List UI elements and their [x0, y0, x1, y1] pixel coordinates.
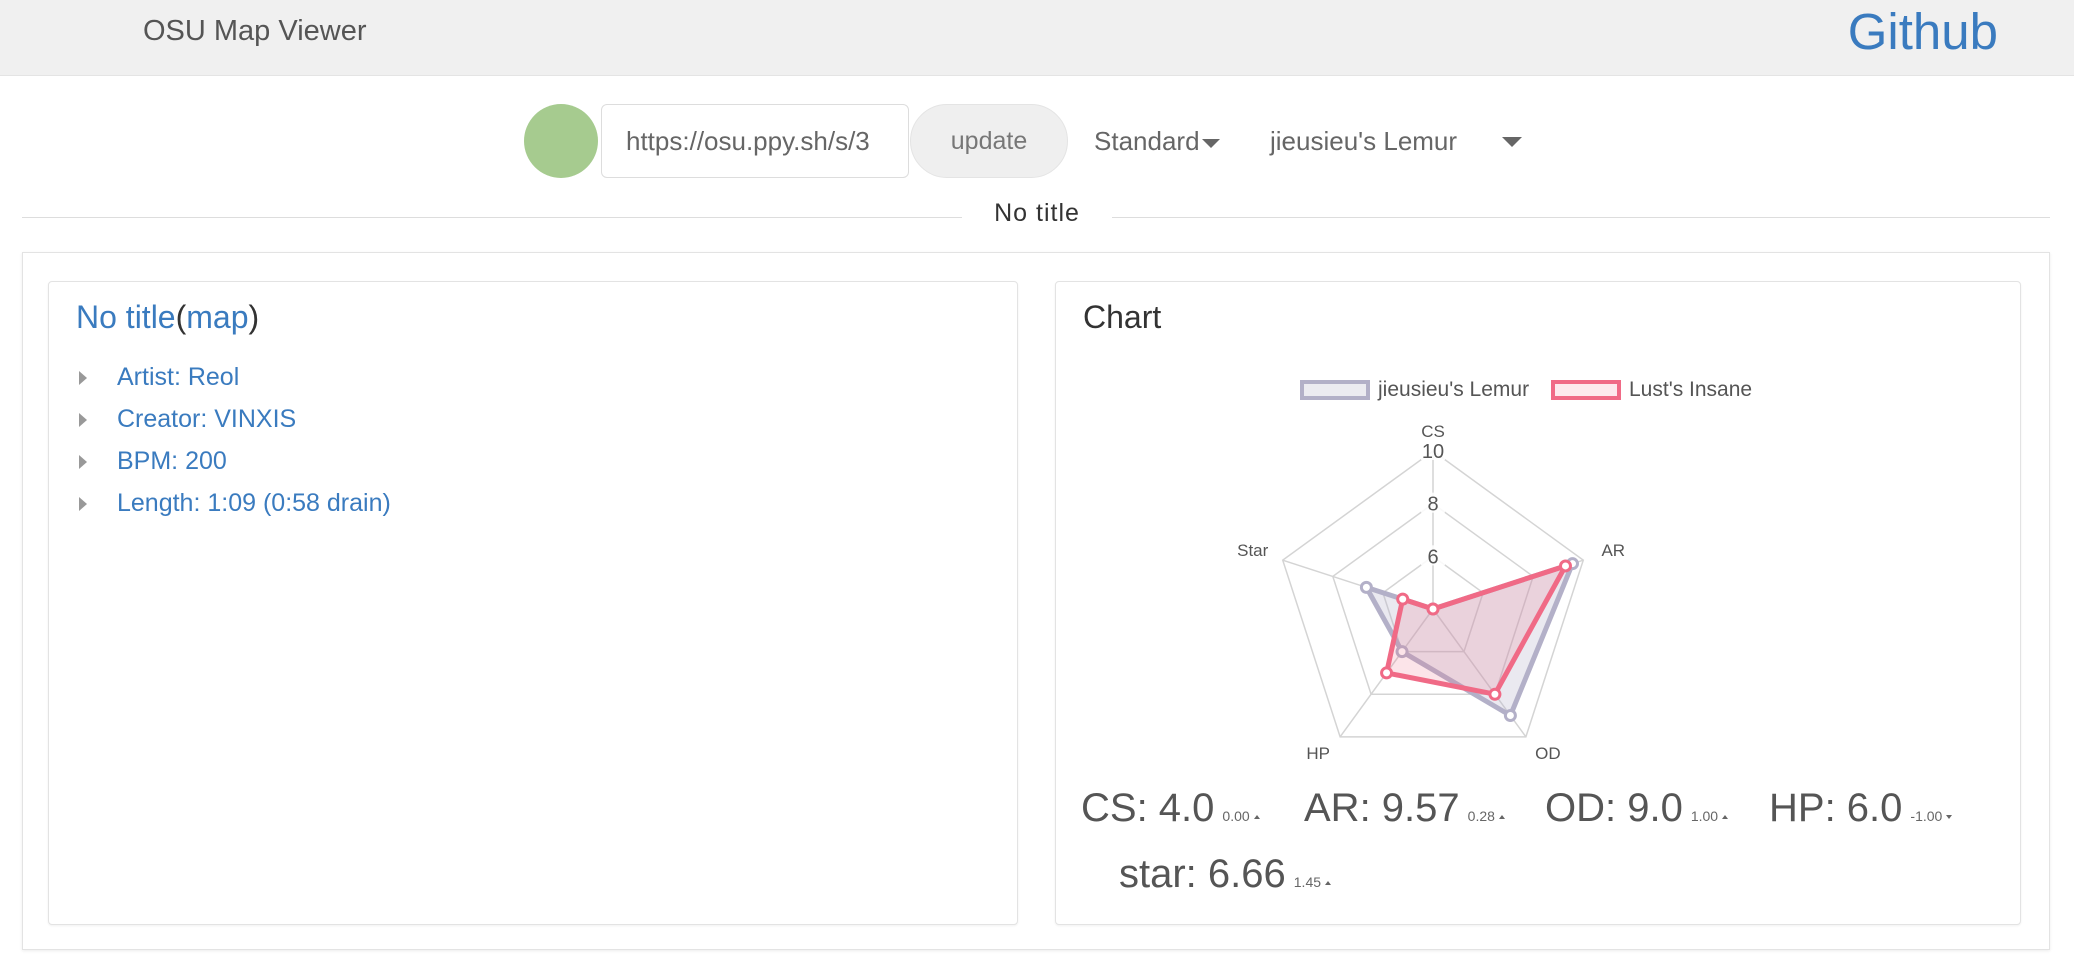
stat-value: AR: 9.57	[1304, 786, 1460, 830]
chevron-down-icon[interactable]	[1502, 137, 1522, 147]
stat-delta: 0.28	[1467, 808, 1495, 824]
radar-axis-label: CS	[1421, 422, 1445, 441]
expand-arrow-icon[interactable]	[79, 413, 87, 428]
chart-card-title: Chart	[1083, 299, 1162, 335]
arrow-up-icon	[1498, 814, 1505, 819]
stat-value: star: 6.66	[1119, 852, 1286, 896]
stat-od: OD: 9.0 1.00	[1545, 786, 1729, 831]
avatar	[524, 104, 598, 178]
map-info-list: Artist: Reol Creator: VINXIS BPM: 200 Le…	[79, 356, 391, 524]
info-item-artist[interactable]: Artist: Reol	[79, 356, 391, 398]
chevron-down-icon	[1201, 138, 1220, 148]
legend-item-series-1[interactable]: Lust's Insane	[1551, 378, 1752, 402]
legend-swatch	[1551, 380, 1621, 401]
radar-axis-label: OD	[1535, 744, 1561, 763]
stat-delta: -1.00	[1910, 808, 1943, 824]
difficulty-select[interactable]: jieusieu's Lemur	[1270, 104, 1457, 178]
radar-axis-label: Star	[1237, 541, 1269, 560]
radar-point	[1359, 580, 1373, 594]
page-title: No title	[994, 199, 1080, 227]
radar-axis-label: AR	[1601, 541, 1625, 560]
info-item-label: BPM: 200	[117, 447, 227, 475]
expand-arrow-icon[interactable]	[79, 371, 87, 386]
arrow-up-icon	[1253, 814, 1260, 819]
info-item-label: Artist: Reol	[117, 363, 240, 391]
radar-tick-label: 10	[1422, 441, 1444, 463]
legend-item-series-0[interactable]: jieusieu's Lemur	[1300, 378, 1529, 402]
info-item-length[interactable]: Length: 1:09 (0:58 drain)	[79, 482, 391, 524]
radar-axis-label: HP	[1306, 744, 1330, 763]
map-title[interactable]: No title	[76, 299, 176, 335]
stat-value: OD: 9.0	[1545, 786, 1683, 830]
difficulty-select-label: jieusieu's Lemur	[1270, 126, 1458, 156]
info-item-bpm[interactable]: BPM: 200	[79, 440, 391, 482]
radar-tick-label: 6	[1427, 546, 1438, 568]
stat-hp: HP: 6.0 -1.00	[1769, 786, 1953, 831]
toolbar: update Standard jieusieu's Lemur	[0, 104, 2074, 178]
radar-point	[1396, 592, 1410, 606]
brand-title[interactable]: OSU Map Viewer	[143, 15, 367, 48]
stat-delta: 1.00	[1690, 808, 1719, 824]
arrow-down-icon	[1946, 814, 1953, 819]
stat-value: CS: 4.0	[1081, 786, 1215, 830]
arrow-up-icon	[1325, 880, 1332, 885]
update-button[interactable]: update	[910, 104, 1068, 178]
navbar: OSU Map Viewer Github	[0, 0, 2074, 76]
legend-swatch	[1300, 380, 1370, 401]
radar-point	[1426, 602, 1440, 616]
arrow-up-icon	[1722, 814, 1729, 819]
map-card-title: No title(map)	[76, 299, 259, 336]
stat-ar: AR: 9.57 0.28	[1304, 786, 1505, 831]
radar-tick-label: 8	[1427, 494, 1438, 516]
radar-point	[1488, 687, 1502, 701]
legend-label: Lust's Insane	[1629, 378, 1753, 401]
map-link[interactable]: map	[186, 299, 248, 335]
radar-chart: 6 8 10CS AR OD HP Star	[1237, 422, 1625, 763]
expand-arrow-icon[interactable]	[79, 497, 87, 512]
info-item-creator[interactable]: Creator: VINXIS	[79, 398, 391, 440]
stat-value: HP: 6.0	[1769, 786, 1903, 830]
radar-point	[1558, 559, 1572, 573]
radar-point	[1380, 666, 1394, 680]
stat-delta: 1.45	[1293, 874, 1322, 890]
mode-select-label: Standard	[1094, 126, 1200, 156]
mode-select[interactable]: Standard	[1094, 104, 1220, 178]
url-input[interactable]	[601, 104, 909, 178]
stat-cs: CS: 4.0 0.00	[1081, 786, 1260, 831]
open-paren: (	[175, 299, 187, 335]
legend-label: jieusieu's Lemur	[1378, 378, 1530, 401]
radar-point	[1503, 709, 1517, 723]
stat-star: star: 6.66 1.45	[1119, 852, 1332, 897]
github-link[interactable]: Github	[1848, 2, 1998, 61]
expand-arrow-icon[interactable]	[79, 455, 87, 470]
map-info-card: No title(map) Artist: Reol Creator: VINX…	[48, 281, 1018, 925]
stat-delta: 0.00	[1222, 808, 1250, 824]
close-paren: )	[248, 299, 260, 335]
info-item-label: Creator: VINXIS	[117, 405, 297, 433]
info-item-label: Length: 1:09 (0:58 drain)	[117, 489, 391, 517]
